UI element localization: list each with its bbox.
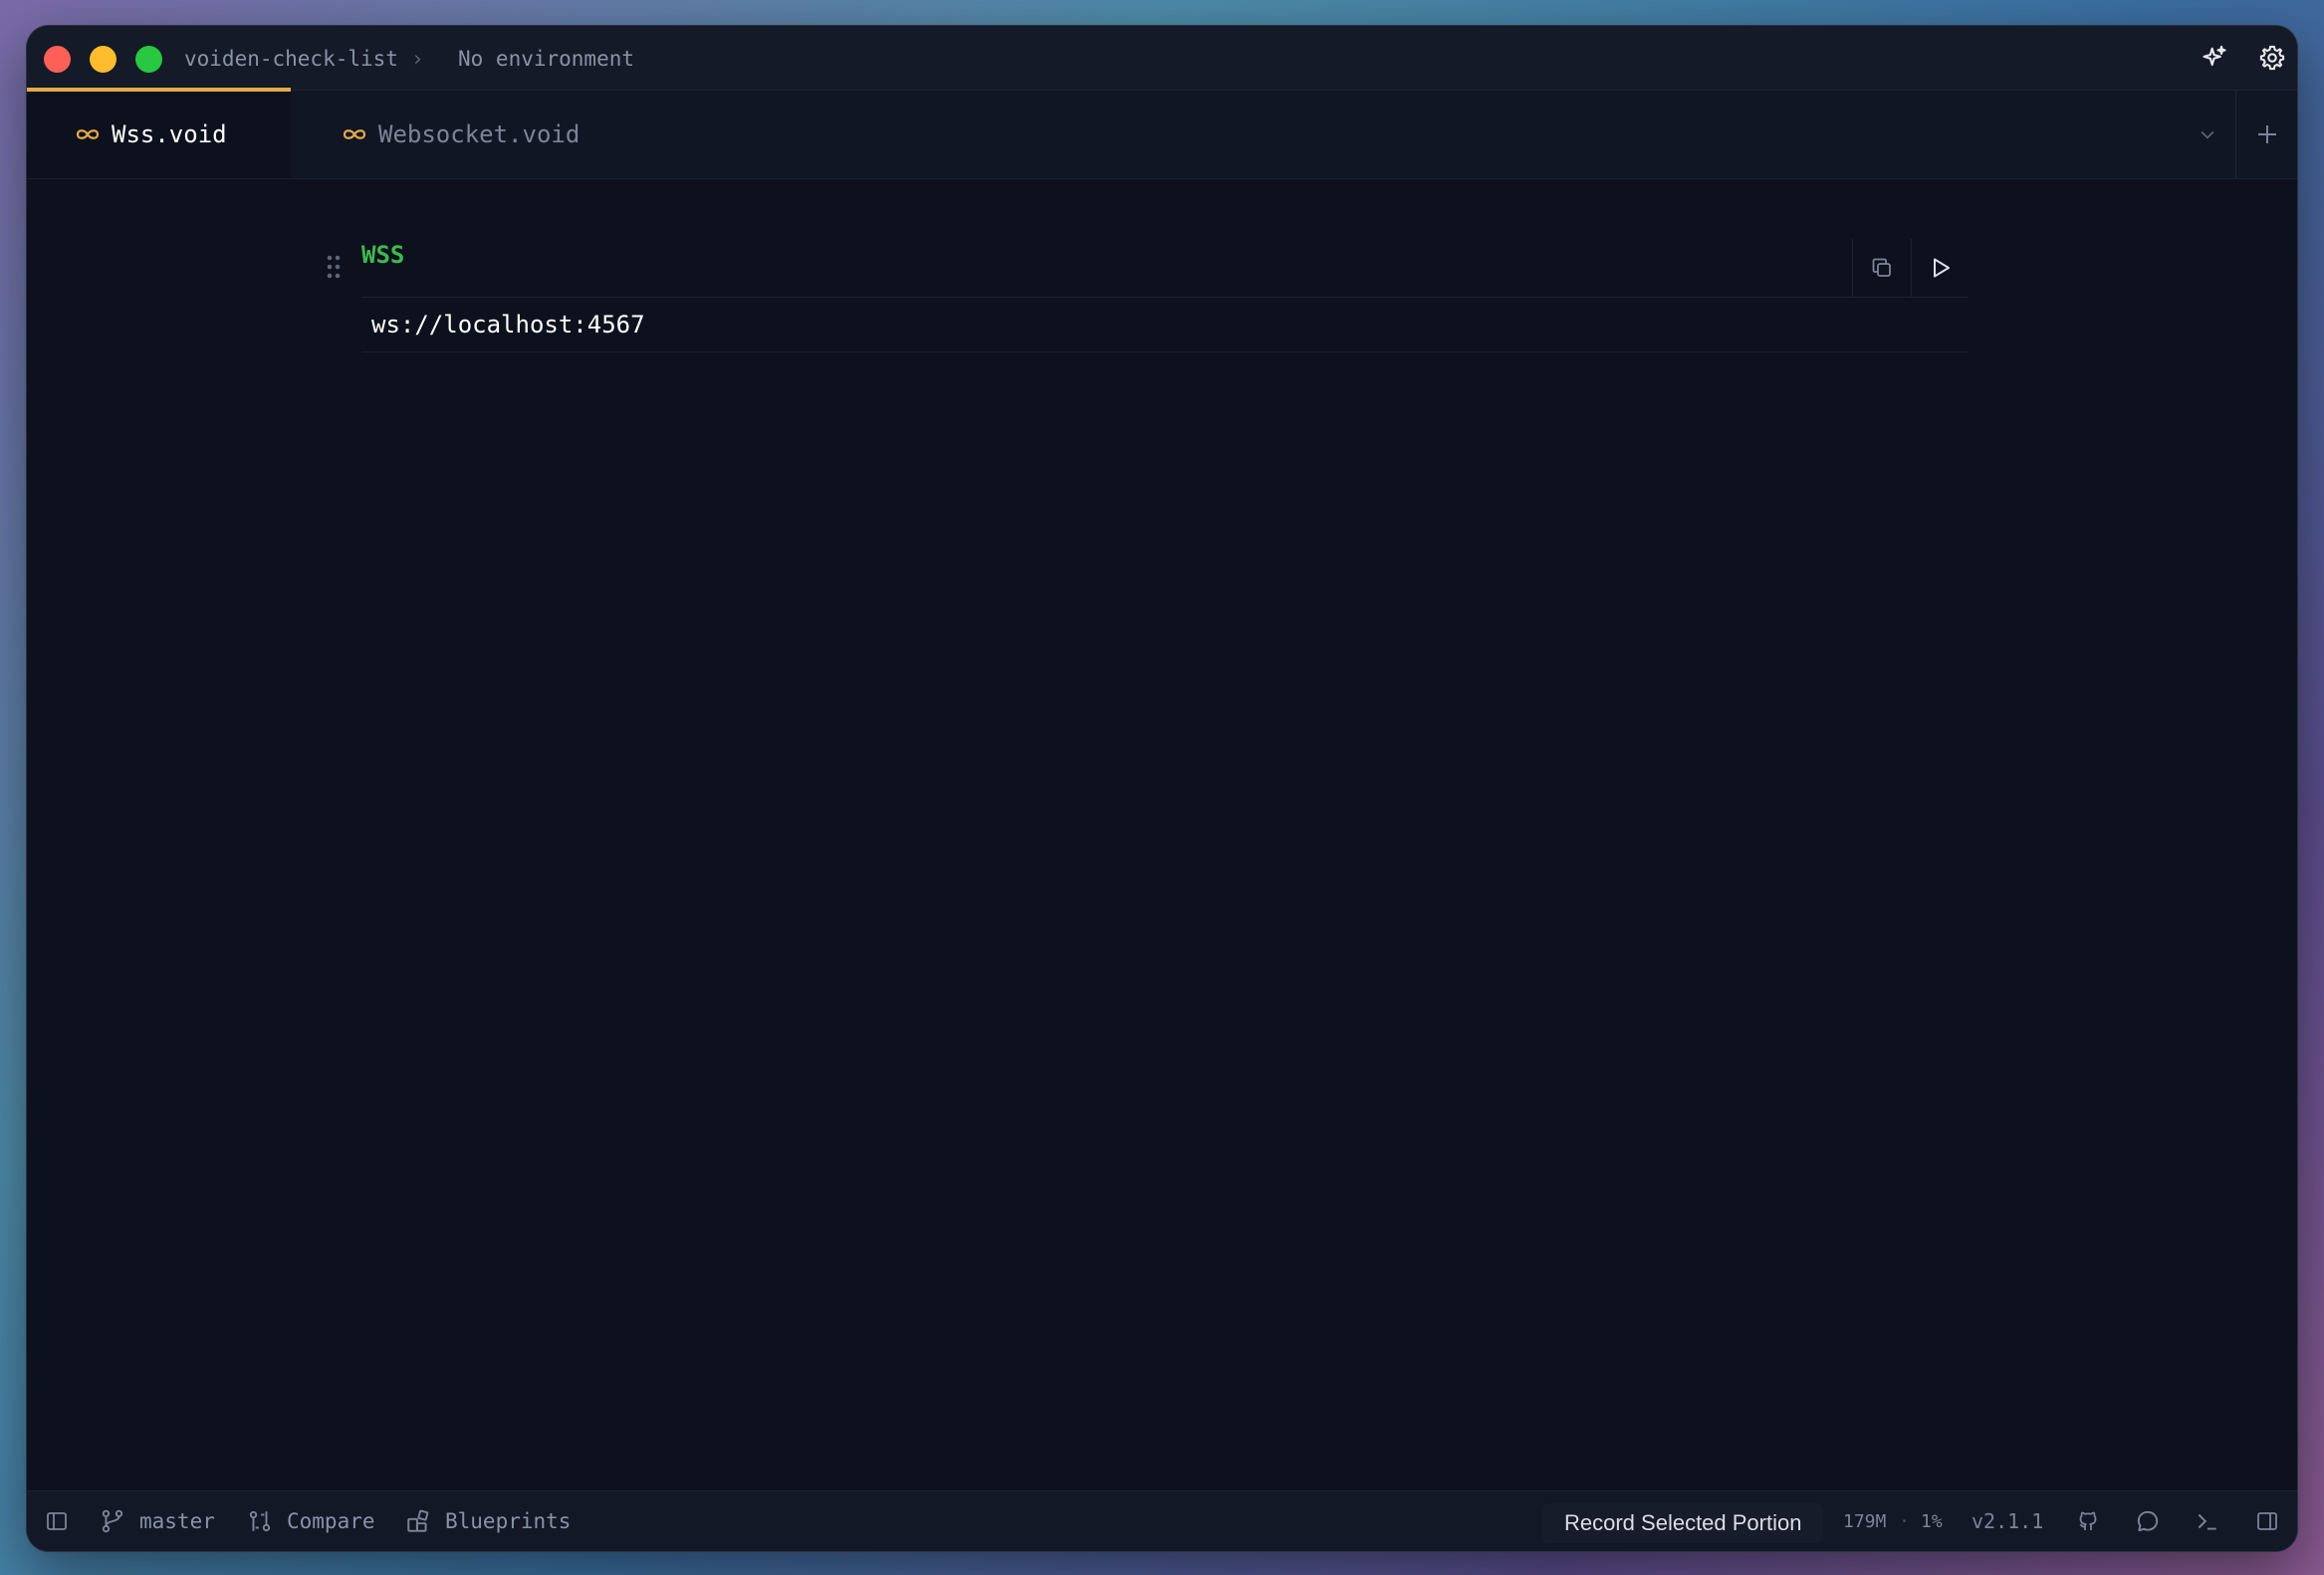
gear-icon[interactable] [2256, 42, 2288, 74]
panel-icon[interactable] [2251, 1505, 2283, 1537]
tab-label: Wss.void [112, 120, 227, 148]
blueprints-icon [405, 1508, 431, 1534]
breadcrumb-separator: › [411, 47, 424, 71]
environment-selector[interactable]: No environment [458, 44, 634, 74]
status-bar: master Compare Blueprints Record Selecte… [27, 1490, 2297, 1551]
tab-divider [2235, 91, 2236, 178]
infinity-icon [341, 126, 368, 142]
sidebar-toggle-icon[interactable] [41, 1505, 73, 1537]
block-type-label: WSS [361, 241, 405, 269]
close-window-button[interactable] [44, 46, 71, 73]
editor-content: WSS ws://localhost:4567 [27, 179, 2297, 1491]
compare-button[interactable]: Compare [247, 1491, 375, 1551]
github-icon[interactable] [2072, 1505, 2104, 1537]
terminal-icon[interactable] [2192, 1505, 2223, 1537]
title-bar: voiden-check-list › No environment [27, 26, 2297, 91]
copy-icon[interactable] [1852, 239, 1911, 297]
app-version: v2.1.1 [1972, 1509, 2044, 1533]
sparkle-icon[interactable] [2199, 42, 2230, 74]
infinity-icon [74, 126, 102, 142]
cpu-usage: 1% [1921, 1510, 1943, 1532]
compare-icon [247, 1508, 273, 1534]
drag-handle-icon[interactable] [322, 250, 346, 284]
play-icon[interactable] [1911, 239, 1970, 297]
project-name[interactable]: voiden-check-list [184, 44, 398, 74]
minimize-window-button[interactable] [90, 46, 116, 73]
record-selected-portion-button[interactable]: Record Selected Portion [1542, 1503, 1824, 1543]
chat-icon[interactable] [2132, 1505, 2164, 1537]
plus-icon[interactable] [2251, 118, 2283, 150]
maximize-window-button[interactable] [135, 46, 162, 73]
tab-websocket-void[interactable]: Websocket.void [341, 91, 580, 178]
stat-separator: · [1899, 1510, 1910, 1532]
blueprints-button[interactable]: Blueprints [405, 1491, 571, 1551]
memory-usage: 179M [1843, 1510, 1887, 1532]
tab-bar: Wss.void Websocket.void [27, 88, 2297, 179]
url-input[interactable]: ws://localhost:4567 [361, 297, 1969, 352]
block-actions [1852, 239, 1970, 297]
compare-label: Compare [287, 1509, 375, 1533]
blueprints-label: Blueprints [445, 1509, 572, 1533]
branch-label: master [139, 1509, 215, 1533]
tab-wss-void[interactable]: Wss.void [27, 88, 291, 178]
tab-label: Websocket.void [378, 120, 581, 148]
branch-button[interactable]: master [100, 1491, 215, 1551]
app-window: voiden-check-list › No environment Wss.v… [27, 26, 2297, 1551]
git-branch-icon [100, 1508, 125, 1534]
chevron-down-icon[interactable] [2192, 118, 2223, 150]
